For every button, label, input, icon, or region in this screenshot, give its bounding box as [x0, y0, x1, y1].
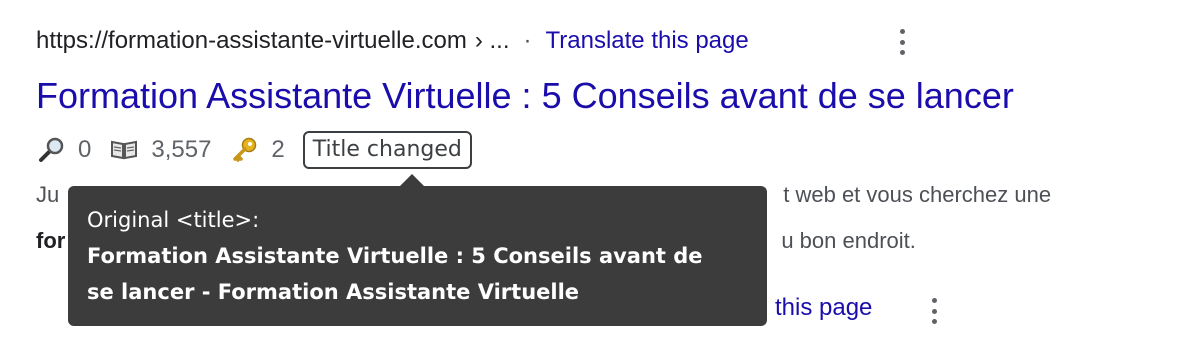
seo-metrics-bar: 0 3,557 2 Title changed — [36, 130, 472, 170]
book-icon — [109, 135, 139, 165]
backlink-count: 3,557 — [151, 136, 212, 163]
breadcrumb-suffix: › ... — [474, 27, 510, 54]
tooltip-title-line-1: Formation Assistante Virtuelle : 5 Conse… — [87, 244, 703, 268]
separator-dot: · — [523, 27, 532, 54]
title-tooltip: Original <title>: Formation Assistante V… — [68, 174, 767, 326]
result-url-row: https://formation-assistante-virtuelle.c… — [36, 26, 749, 56]
snippet-line-1-start: Ju — [36, 182, 60, 207]
more-options-icon[interactable] — [897, 28, 907, 56]
result-url[interactable]: https://formation-assistante-virtuelle.c… — [36, 27, 467, 55]
search-count: 0 — [78, 136, 92, 163]
keyword-count: 2 — [271, 136, 285, 163]
snippet-line-1-end: t web et vous cherchez une — [783, 182, 1052, 207]
result-title-link[interactable]: Formation Assistante Virtuelle : 5 Conse… — [36, 72, 1014, 120]
second-result-more-options-icon[interactable] — [929, 297, 939, 325]
key-icon — [229, 135, 259, 165]
tooltip-arrow — [398, 174, 426, 188]
snippet-line-2-end: u bon endroit. — [781, 228, 916, 253]
magnifier-icon — [36, 135, 66, 165]
tooltip-heading: Original <title>: — [87, 208, 260, 232]
snippet-line-2-start: for — [36, 228, 66, 253]
translate-link[interactable]: Translate this page — [546, 27, 749, 55]
title-changed-badge[interactable]: Title changed — [302, 131, 472, 169]
second-result-translate-link[interactable]: this page — [775, 294, 872, 322]
tooltip-title-line-2: se lancer - Formation Assistante Virtuel… — [87, 280, 580, 304]
